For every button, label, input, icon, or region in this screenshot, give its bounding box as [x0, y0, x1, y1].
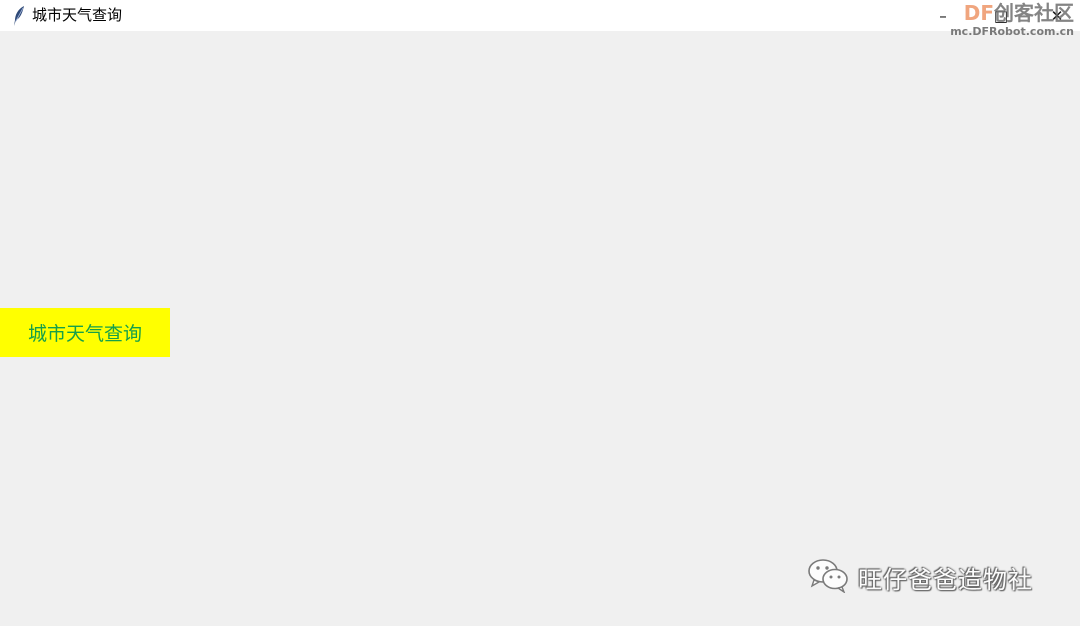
- watermark-brand-prefix: DF: [963, 1, 994, 25]
- wechat-icon: [806, 557, 850, 597]
- account-name: 旺仔爸爸造物社: [858, 565, 1033, 594]
- feather-icon: [10, 5, 28, 27]
- app-window: 城市天气查询 – □ ✕ DF创客社区 mc.DFRobot.com.cn 城市…: [0, 0, 1080, 626]
- wechat-account-watermark: 旺仔爸爸造物社: [806, 557, 1033, 597]
- watermark-site: mc.DFRobot.com.cn: [950, 25, 1074, 38]
- title-bar[interactable]: 城市天气查询 – □ ✕ DF创客社区 mc.DFRobot.com.cn: [0, 0, 1080, 37]
- city-weather-query-button[interactable]: 城市天气查询: [0, 308, 170, 357]
- window-title: 城市天气查询: [32, 6, 123, 24]
- watermark-brand-name: 创客社区: [994, 1, 1074, 25]
- dfrobot-watermark: DF创客社区 mc.DFRobot.com.cn: [950, 3, 1074, 37]
